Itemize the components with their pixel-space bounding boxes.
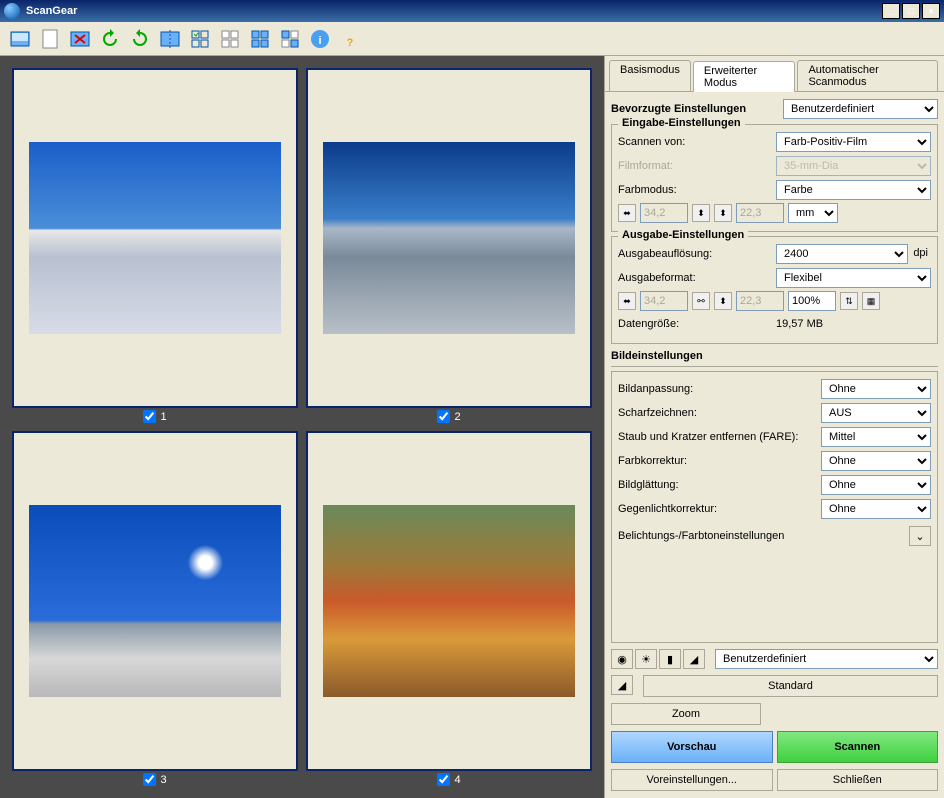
output-format-label: Ausgabeformat: xyxy=(618,272,776,284)
expand-exposure-icon[interactable]: ⌄ xyxy=(909,526,931,546)
preferred-select[interactable]: Benutzerdefiniert xyxy=(783,99,938,119)
colorcorr-label: Farbkorrektur: xyxy=(618,455,821,467)
scan-from-select[interactable]: Farb-Positiv-Film xyxy=(776,132,931,152)
thumb-1-checkbox[interactable] xyxy=(143,410,156,423)
scale-stepper-icon[interactable]: ⇅ xyxy=(840,292,858,310)
thumb-3-label: 3 xyxy=(160,774,166,786)
close-button[interactable]: × xyxy=(922,3,940,19)
maximize-button[interactable]: □ xyxy=(902,3,920,19)
thumbnail-2[interactable] xyxy=(306,68,592,408)
output-scale[interactable] xyxy=(788,291,836,311)
thumb-2-checkbox[interactable] xyxy=(437,410,450,423)
tab-basic[interactable]: Basismodus xyxy=(609,60,691,91)
colorcorr-select[interactable]: Ohne xyxy=(821,451,931,471)
resolution-unit: dpi xyxy=(910,244,931,264)
tone-curve-icon[interactable]: ◢ xyxy=(683,649,705,669)
print-size-icon[interactable]: ▦ xyxy=(862,292,880,310)
preview-button[interactable]: Vorschau xyxy=(611,731,773,763)
out-height-icon: ⬍ xyxy=(714,292,732,310)
tab-advanced[interactable]: Erweiterter Modus xyxy=(693,61,796,92)
info-icon[interactable]: i xyxy=(306,25,334,53)
scan-button[interactable]: Scannen xyxy=(777,731,939,763)
close-button-bottom[interactable]: Schließen xyxy=(777,769,939,791)
tab-auto[interactable]: Automatischer Scanmodus xyxy=(797,60,938,91)
lock-ratio-icon[interactable]: ⬍ xyxy=(692,204,710,222)
window-title: ScanGear xyxy=(26,5,882,17)
input-height xyxy=(736,203,784,223)
histogram-icon[interactable]: ▮ xyxy=(659,649,681,669)
new-page-icon[interactable] xyxy=(36,25,64,53)
out-width-icon: ⬌ xyxy=(618,292,636,310)
output-height xyxy=(736,291,784,311)
sharpen-label: Scharfzeichnen: xyxy=(618,407,821,419)
preview-area: 1 2 3 4 xyxy=(0,56,604,798)
thumb-1-label: 1 xyxy=(160,411,166,423)
adjust-label: Bildanpassung: xyxy=(618,383,821,395)
select-frames-icon[interactable] xyxy=(246,25,274,53)
fare-label: Staub und Kratzer entfernen (FARE): xyxy=(618,431,821,443)
thumb-4-label: 4 xyxy=(454,774,460,786)
film-format-select: 35-mm-Dia xyxy=(776,156,931,176)
output-section-title: Ausgabe-Einstellungen xyxy=(618,229,748,241)
image-settings-title: Bildeinstellungen xyxy=(611,346,938,367)
brightness-icon[interactable]: ☀ xyxy=(635,649,657,669)
thumb-2-label: 2 xyxy=(454,411,460,423)
thumbnail-4[interactable] xyxy=(306,431,592,771)
toolbar: i ? xyxy=(0,22,944,56)
input-section-title: Eingabe-Einstellungen xyxy=(618,117,745,129)
mirror-icon[interactable] xyxy=(156,25,184,53)
output-format-select[interactable]: Flexibel xyxy=(776,268,931,288)
resolution-select[interactable]: 2400 xyxy=(776,244,908,264)
rotate-right-icon[interactable] xyxy=(126,25,154,53)
smoothing-select[interactable]: Ohne xyxy=(821,475,931,495)
standard-button[interactable]: Standard xyxy=(643,675,938,697)
settings-sidebar: Basismodus Erweiterter Modus Automatisch… xyxy=(604,56,944,798)
rotate-left-icon[interactable] xyxy=(96,25,124,53)
smoothing-label: Bildglättung: xyxy=(618,479,821,491)
check-all-icon[interactable] xyxy=(216,25,244,53)
film-format-label: Filmformat: xyxy=(618,160,776,172)
data-size-value: 19,57 MB xyxy=(776,318,931,330)
minimize-button[interactable]: _ xyxy=(882,3,900,19)
image-settings-panel: Bildanpassung:Ohne Scharfzeichnen:AUS St… xyxy=(611,371,938,643)
sharpen-select[interactable]: AUS xyxy=(821,403,931,423)
height-icon: ⬍ xyxy=(714,204,732,222)
backlight-select[interactable]: Ohne xyxy=(821,499,931,519)
preferred-label: Bevorzugte Einstellungen xyxy=(611,103,783,115)
select-all-icon[interactable] xyxy=(186,25,214,53)
thumbnail-view-icon[interactable] xyxy=(6,25,34,53)
color-profile-select[interactable]: Benutzerdefiniert xyxy=(715,649,938,669)
svg-text:i: i xyxy=(318,35,321,47)
delete-frame-icon[interactable] xyxy=(66,25,94,53)
backlight-label: Gegenlichtkorrektur: xyxy=(618,503,821,515)
thumb-3-checkbox[interactable] xyxy=(143,773,156,786)
help-icon[interactable]: ? xyxy=(336,25,364,53)
input-width xyxy=(640,203,688,223)
input-unit-select[interactable]: mm xyxy=(788,203,838,223)
svg-text:?: ? xyxy=(347,37,354,49)
adjust-select[interactable]: Ohne xyxy=(821,379,931,399)
fare-select[interactable]: Mittel xyxy=(821,427,931,447)
color-mode-label: Farbmodus: xyxy=(618,184,776,196)
width-icon: ⬌ xyxy=(618,204,636,222)
app-icon xyxy=(4,3,20,19)
data-size-label: Datengröße: xyxy=(618,318,776,330)
exposure-label: Belichtungs-/Farbtoneinstellungen xyxy=(618,530,784,542)
link-icon[interactable]: ⚯ xyxy=(692,292,710,310)
thumbnail-3[interactable] xyxy=(12,431,298,771)
color-balance-icon[interactable]: ◉ xyxy=(611,649,633,669)
titlebar: ScanGear _ □ × xyxy=(0,0,944,22)
color-mode-select[interactable]: Farbe xyxy=(776,180,931,200)
preferences-button[interactable]: Voreinstellungen... xyxy=(611,769,773,791)
thumbnail-1[interactable] xyxy=(12,68,298,408)
thumb-4-checkbox[interactable] xyxy=(437,773,450,786)
scan-from-label: Scannen von: xyxy=(618,136,776,148)
resolution-label: Ausgabeauflösung: xyxy=(618,248,776,260)
invert-selection-icon[interactable] xyxy=(276,25,304,53)
final-review-icon[interactable]: ◢ xyxy=(611,675,633,695)
zoom-button[interactable]: Zoom xyxy=(611,703,761,725)
output-width xyxy=(640,291,688,311)
